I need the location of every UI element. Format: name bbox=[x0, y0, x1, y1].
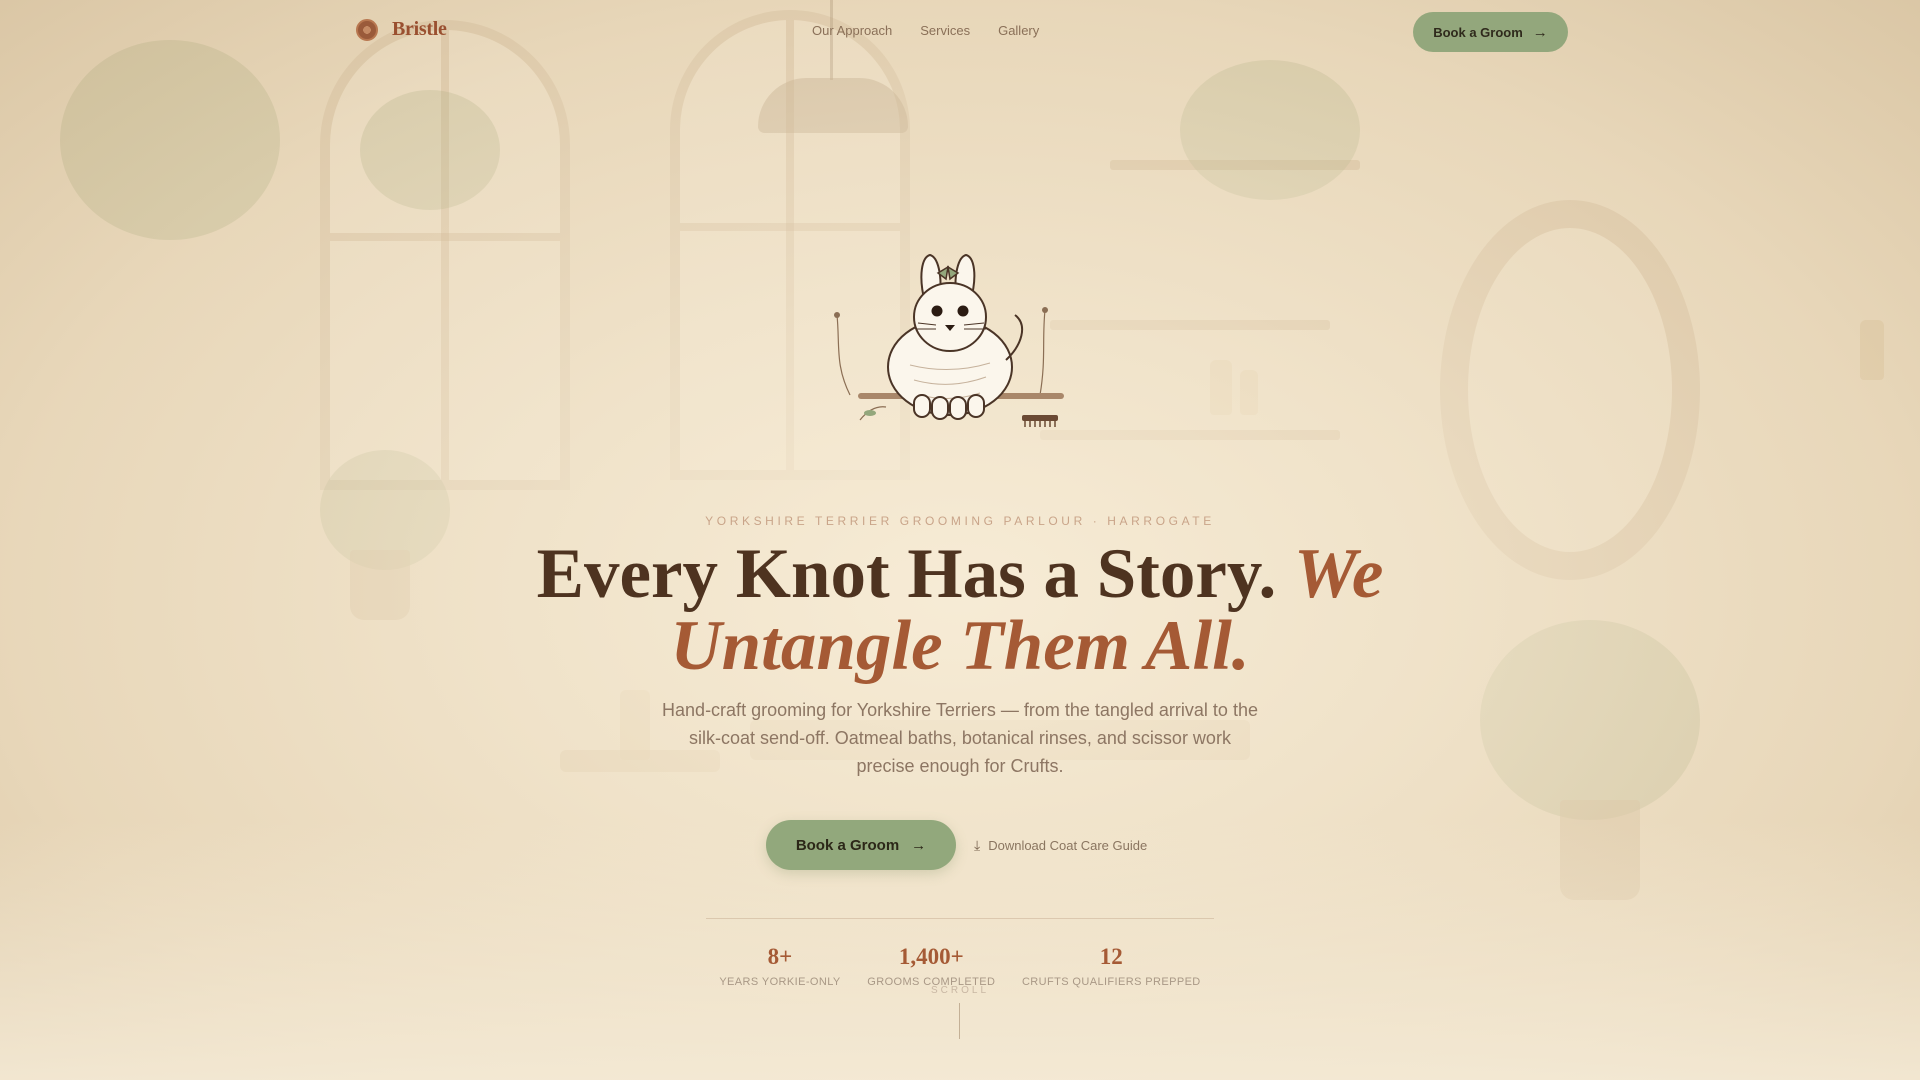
stat-crufts: 12 CRUFTS QUALIFIERS PREPPED bbox=[1022, 944, 1201, 988]
download-guide-label: Download Coat Care Guide bbox=[988, 837, 1148, 853]
download-guide-link[interactable]: ⤓ Download Coat Care Guide bbox=[974, 837, 1147, 854]
nav-links: Our Approach Services Gallery bbox=[812, 23, 1039, 38]
nav-book-label: Book a Groom bbox=[1433, 24, 1523, 40]
hero-book-button[interactable]: Book a Groom → bbox=[766, 820, 956, 870]
hero-headline: Every Knot Has a Story. We Untangle Them… bbox=[460, 538, 1460, 682]
brand-name: Bristle bbox=[392, 18, 447, 40]
headline-main: Every Knot Has a Story. bbox=[536, 535, 1294, 613]
scroll-indicator-line bbox=[959, 1003, 960, 1039]
scroll-indicator-label: SCROLL bbox=[930, 985, 989, 996]
nav-link-our-approach[interactable]: Our Approach bbox=[812, 23, 892, 38]
hero-book-label: Book a Groom bbox=[795, 836, 900, 854]
hero-cta-row: Book a Groom → ⤓ Download Coat Care Guid… bbox=[766, 820, 1147, 870]
stat-grooms: 1,400+ GROOMS COMPLETED bbox=[867, 944, 995, 988]
download-icon: ⤓ bbox=[974, 836, 981, 853]
arrow-right-icon: → bbox=[911, 836, 927, 854]
nav-book-button[interactable]: Book a Groom → bbox=[1413, 12, 1568, 52]
yorkie-mascot-illustration bbox=[834, 253, 1064, 427]
brand-logo[interactable]: Bristle bbox=[356, 18, 447, 41]
stat-years: 8+ YEARS YORKIE-ONLY bbox=[719, 944, 840, 988]
nav-link-gallery[interactable]: Gallery bbox=[998, 23, 1039, 38]
stat-value: 8+ bbox=[767, 944, 793, 969]
arrow-right-icon: → bbox=[1532, 23, 1548, 41]
nav-link-services[interactable]: Services bbox=[920, 23, 970, 38]
stat-value: 12 bbox=[1099, 944, 1123, 969]
bristle-logo-icon bbox=[356, 18, 378, 41]
top-nav: Bristle Our Approach Services Gallery Bo… bbox=[0, 0, 1920, 64]
stats-divider bbox=[706, 918, 1214, 919]
hero-lede: Hand-craft grooming for Yorkshire Terrie… bbox=[662, 700, 1258, 776]
hero-eyebrow: YORKSHIRE TERRIER GROOMING PARLOUR · HAR… bbox=[705, 514, 1215, 528]
stats-row: 8+ YEARS YORKIE-ONLY 1,400+ GROOMS COMPL… bbox=[706, 944, 1214, 988]
stat-value: 1,400+ bbox=[898, 944, 964, 969]
